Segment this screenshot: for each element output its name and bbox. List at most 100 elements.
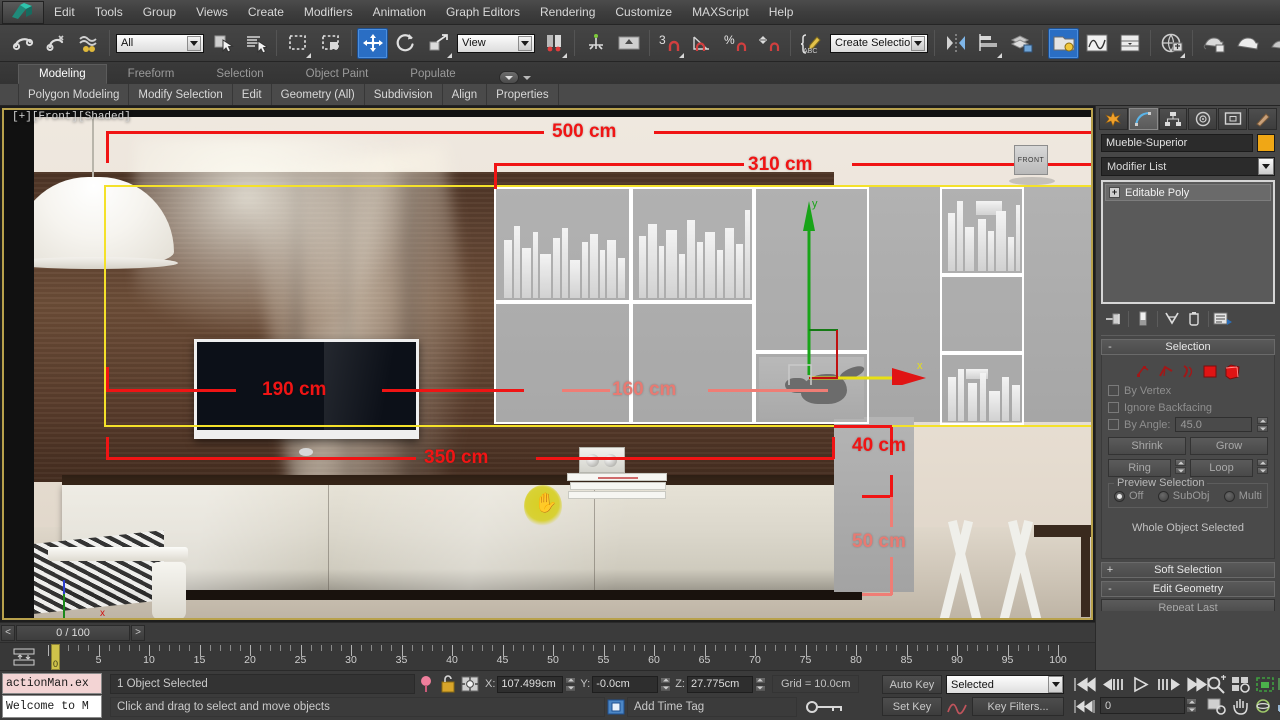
menu-item-rendering[interactable]: Rendering	[530, 2, 605, 22]
object-color-swatch[interactable]	[1257, 134, 1275, 152]
command-tab-display[interactable]	[1218, 108, 1248, 130]
show-end-result-icon[interactable]	[1132, 309, 1154, 329]
panel-properties[interactable]: Properties	[487, 84, 559, 105]
chevron-down-icon[interactable]	[1048, 676, 1063, 693]
object-name-field[interactable]: Mueble-Superior	[1101, 134, 1253, 152]
modifier-list-combo[interactable]: Modifier List	[1101, 157, 1275, 176]
menu-item-help[interactable]: Help	[759, 2, 804, 22]
zoom-icon[interactable]	[1206, 675, 1228, 694]
radio-off[interactable]	[1114, 490, 1125, 502]
viewport-label[interactable]: [+][Front][Shaded]	[12, 111, 131, 123]
panel-geometry-all[interactable]: Geometry (All)	[272, 84, 365, 105]
set-key-curve-icon[interactable]	[946, 697, 968, 716]
preview-option-multi[interactable]: Multi	[1223, 490, 1262, 502]
menu-item-customize[interactable]: Customize	[605, 2, 682, 22]
go-to-start-icon[interactable]	[1072, 675, 1097, 694]
modifier-stack[interactable]: + Editable Poly	[1101, 180, 1275, 304]
add-time-tag-label[interactable]: Add Time Tag	[627, 697, 797, 717]
unlink-icon[interactable]	[40, 28, 71, 59]
chevron-down-icon[interactable]	[911, 35, 925, 51]
next-frame-icon[interactable]	[1156, 675, 1184, 694]
command-tab-motion[interactable]	[1188, 108, 1218, 130]
radio-multi[interactable]	[1223, 490, 1235, 502]
bind-space-warp-icon[interactable]	[73, 28, 104, 59]
next-frame-button[interactable]: >	[131, 624, 145, 641]
render-setup-icon[interactable]	[1156, 28, 1187, 59]
align-icon[interactable]	[973, 28, 1004, 59]
rectangular-selection-region-icon[interactable]	[282, 28, 313, 59]
maximize-viewport-toggle-icon[interactable]	[1276, 697, 1280, 716]
rollout-header-soft-selection[interactable]: + Soft Selection	[1101, 562, 1275, 578]
schematic-view-icon[interactable]	[1114, 28, 1145, 59]
key-mode-toggle-small-icon[interactable]	[1072, 697, 1097, 716]
app-logo[interactable]	[2, 0, 44, 24]
named-selection-sets-combo[interactable]: Create Selection Se	[830, 33, 928, 53]
remove-modifier-icon[interactable]	[1183, 309, 1205, 329]
curve-editor-icon[interactable]	[1081, 28, 1112, 59]
mirror-icon[interactable]	[940, 28, 971, 59]
spinner-snap-toggle-icon[interactable]	[754, 28, 785, 59]
tab-selection[interactable]: Selection	[195, 64, 284, 84]
set-key-button[interactable]: Set Key	[882, 697, 942, 716]
by-angle-row[interactable]: By Angle: 45.0	[1108, 416, 1268, 433]
modifier-stack-item-editable-poly[interactable]: + Editable Poly	[1105, 184, 1271, 201]
tab-populate[interactable]: Populate	[389, 64, 476, 84]
coord-x-spinner[interactable]	[565, 676, 577, 692]
select-and-rotate-icon[interactable]	[390, 28, 421, 59]
selection-lock-icon[interactable]	[437, 674, 459, 694]
preview-option-subobj[interactable]: SubObj	[1157, 490, 1209, 502]
menu-item-group[interactable]: Group	[133, 2, 186, 22]
angle-snap-toggle-icon[interactable]	[688, 28, 719, 59]
coord-y-spinner[interactable]	[660, 676, 672, 692]
coord-x-field[interactable]: 107.499cm	[497, 675, 564, 693]
rollout-header-edit-geometry[interactable]: - Edit Geometry	[1101, 581, 1275, 597]
key-mode-toggle-icon[interactable]	[803, 697, 849, 717]
key-filter-selected-combo[interactable]: Selected	[946, 675, 1064, 694]
zoom-extents-icon[interactable]	[1254, 675, 1276, 694]
render-iterative-icon[interactable]	[1264, 28, 1280, 59]
panel-polygon-modeling[interactable]: Polygon Modeling	[18, 84, 130, 105]
menu-item-create[interactable]: Create	[238, 2, 294, 22]
ring-spinner[interactable]	[1175, 459, 1186, 474]
preview-option-off[interactable]: Off	[1114, 490, 1143, 502]
menu-item-modifiers[interactable]: Modifiers	[294, 2, 363, 22]
maxscript-mini-listener-input[interactable]: actionMan.ex	[2, 673, 102, 694]
panel-align[interactable]: Align	[443, 84, 488, 105]
current-frame-spinner[interactable]	[1186, 698, 1197, 713]
field-of-view-icon[interactable]	[1276, 675, 1280, 694]
reference-coordinate-system-combo[interactable]: View	[457, 33, 535, 53]
select-and-move-icon[interactable]	[357, 27, 388, 59]
undo-icon[interactable]	[7, 28, 38, 59]
ribbon-options-chevron-icon[interactable]	[523, 76, 531, 80]
coord-z-field[interactable]: 27.775cm	[686, 675, 753, 693]
shrink-button[interactable]: Shrink	[1108, 437, 1186, 455]
selection-filter-combo[interactable]: All	[116, 33, 204, 53]
coord-y-field[interactable]: -0.0cm	[592, 675, 659, 693]
previous-frame-button[interactable]: <	[1, 624, 15, 641]
panel-subdivision[interactable]: Subdivision	[365, 84, 443, 105]
menu-item-animation[interactable]: Animation	[363, 2, 436, 22]
by-vertex-row[interactable]: By Vertex	[1108, 382, 1268, 399]
view-cube[interactable]: FRONT	[1009, 145, 1055, 185]
play-animation-icon[interactable]	[1130, 675, 1155, 694]
menu-item-graph-editors[interactable]: Graph Editors	[436, 2, 530, 22]
tab-object-paint[interactable]: Object Paint	[285, 64, 390, 84]
command-tab-utilities[interactable]	[1248, 108, 1277, 130]
coord-z-spinner[interactable]	[754, 676, 766, 692]
panel-edit[interactable]: Edit	[233, 84, 272, 105]
select-by-name-icon[interactable]	[240, 28, 271, 59]
absolute-relative-transform-icon[interactable]	[459, 674, 481, 694]
menu-item-maxscript[interactable]: MAXScript	[682, 2, 759, 22]
expand-icon[interactable]: +	[1109, 187, 1120, 198]
select-object-icon[interactable]	[207, 28, 238, 59]
ring-button[interactable]: Ring	[1108, 459, 1171, 477]
add-time-tag-icon[interactable]	[605, 697, 627, 717]
isolate-selection-icon[interactable]	[415, 674, 437, 694]
select-and-manipulate-icon[interactable]	[580, 28, 611, 59]
ignore-backfacing-row[interactable]: Ignore Backfacing	[1108, 399, 1268, 416]
key-filters-button[interactable]: Key Filters...	[972, 697, 1064, 716]
radio-subobj[interactable]	[1157, 490, 1169, 502]
grow-button[interactable]: Grow	[1190, 437, 1268, 455]
repeat-last-button[interactable]: Repeat Last	[1101, 599, 1275, 611]
tab-modeling[interactable]: Modeling	[18, 64, 107, 84]
